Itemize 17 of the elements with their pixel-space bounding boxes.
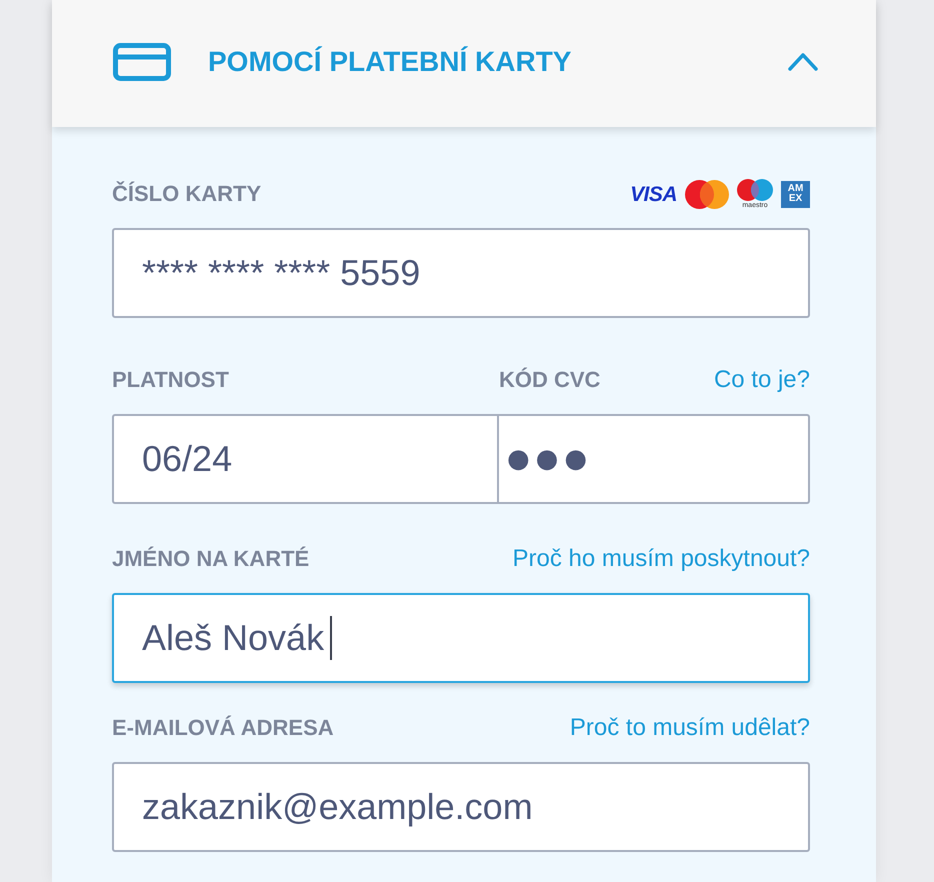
- field-label: KÓD CVC: [499, 366, 600, 394]
- field-label: ČÍSLO KARTY: [112, 180, 262, 208]
- credit-card-icon: [113, 42, 171, 80]
- card-brand-icon: [685, 180, 729, 208]
- chevron-icon[interactable]: [788, 52, 818, 70]
- input-field[interactable]: ●●●: [499, 414, 810, 504]
- visa-logo: VISA: [630, 184, 677, 204]
- input-field[interactable]: Aleš Novák: [112, 593, 810, 683]
- input-field[interactable]: 06/24: [112, 414, 499, 504]
- field-label: E-MAILOVÁ ADRESA: [112, 714, 334, 742]
- amex-logo: AM EX: [781, 180, 810, 208]
- section-title: POMOCÍ PLATEBNÍ KARTY: [208, 48, 572, 76]
- field-label: PLATNOST: [112, 366, 229, 394]
- input-field[interactable]: **** **** **** 5559: [112, 228, 810, 318]
- text-cursor-icon: [330, 616, 332, 660]
- field-label: JMÉNO NA KARTÉ: [112, 545, 310, 573]
- input-field[interactable]: zakaznik@example.com: [112, 762, 810, 852]
